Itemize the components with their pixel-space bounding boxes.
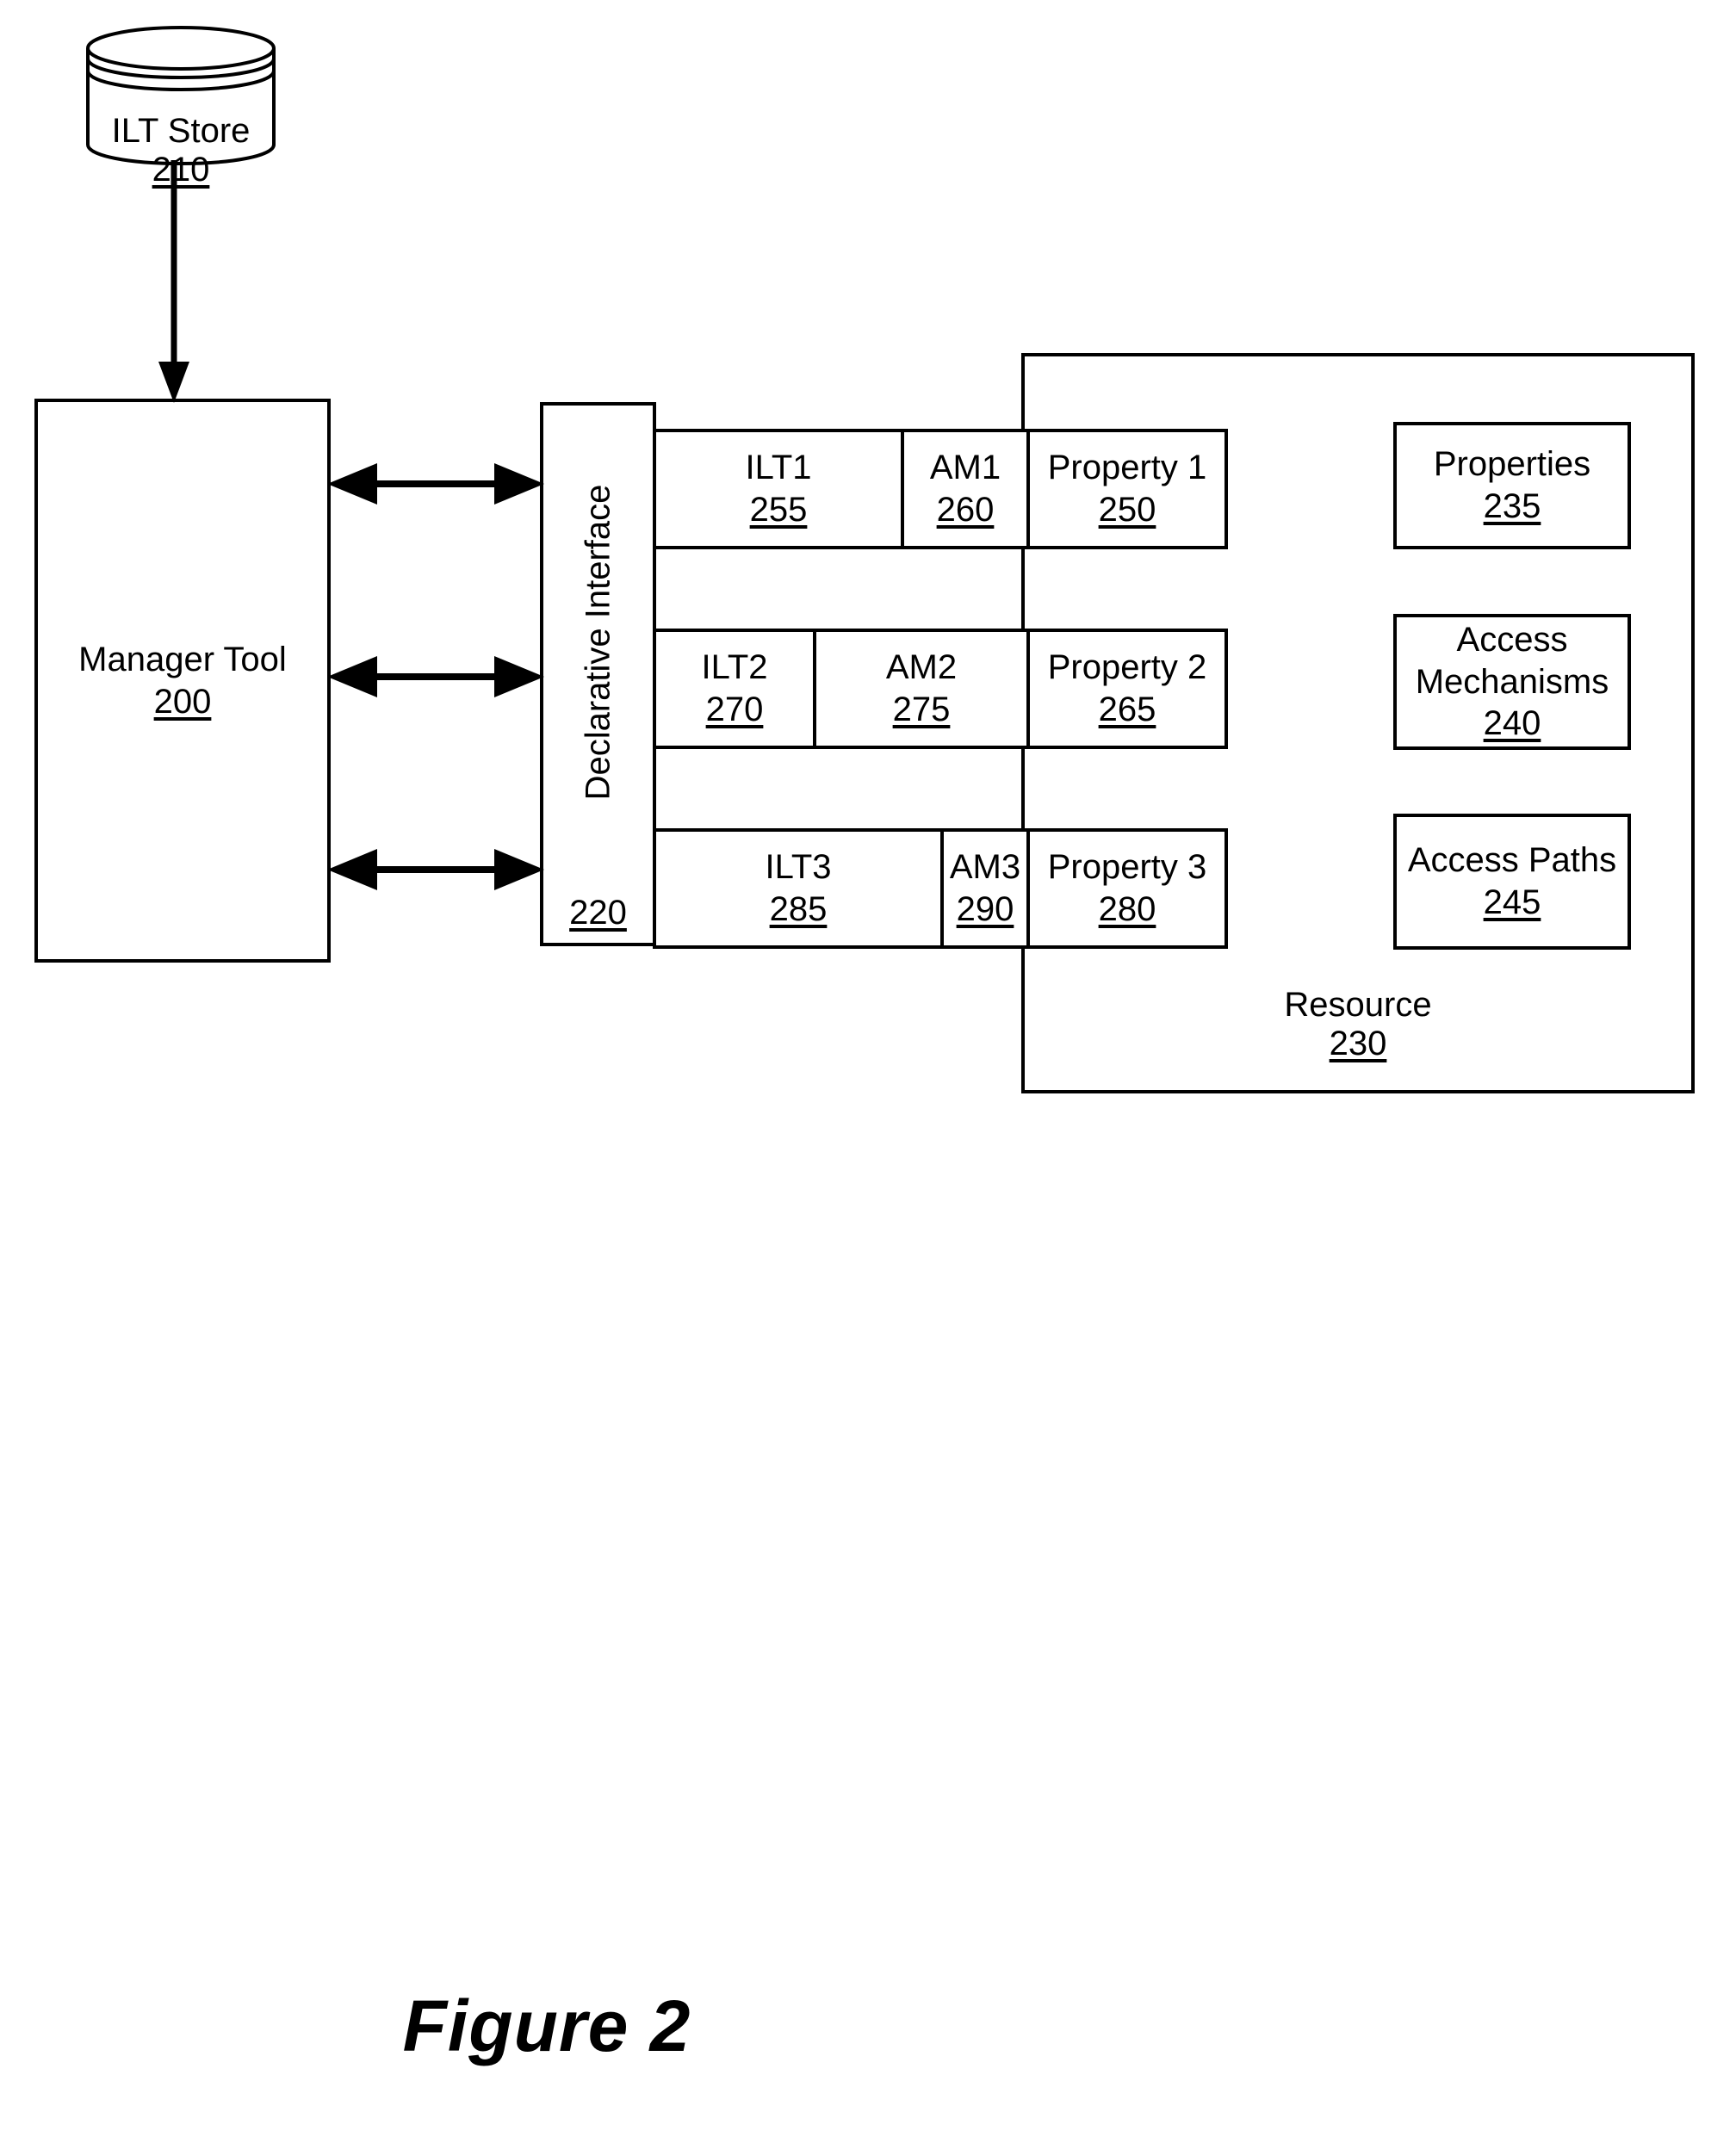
cell-ilt3[interactable]: ILT3 285: [653, 828, 944, 949]
cell-property-2[interactable]: Property 2 265: [1026, 629, 1228, 749]
cell-am2[interactable]: AM2 275: [813, 629, 1030, 749]
declarative-interface-number: 220: [569, 894, 627, 932]
cell-number: 285: [769, 890, 828, 928]
resource-access-paths-number: 245: [1483, 883, 1541, 921]
cell-number: 265: [1098, 691, 1156, 728]
resource-label: Resource: [1284, 986, 1432, 1024]
resource-access-mechanisms-box[interactable]: Access Mechanisms 240: [1393, 614, 1631, 750]
cell-label: ILT3: [765, 848, 832, 887]
cell-label: AM2: [885, 648, 958, 687]
cell-number: 275: [892, 691, 951, 728]
ilt-row-2: ILT2 270 AM2 275 Property 2 265: [653, 629, 1228, 749]
arrow-manager-to-interface-1: [327, 463, 544, 505]
cell-number: 250: [1098, 491, 1156, 529]
cell-label: ILT2: [701, 648, 768, 687]
cell-number: 260: [936, 491, 995, 529]
figure-page: ILT Store 210 Manager Tool 200 Declarati…: [0, 0, 1736, 2143]
arrow-manager-to-interface-2: [327, 656, 544, 697]
resource-properties-number: 235: [1483, 487, 1541, 525]
cell-label: Property 1: [1047, 449, 1207, 487]
resource-properties-box[interactable]: Properties 235: [1393, 422, 1631, 549]
arrow-store-to-manager-tool: [158, 160, 189, 403]
cell-label: AM1: [929, 449, 1001, 487]
cell-label: ILT1: [745, 449, 812, 487]
cell-ilt1[interactable]: ILT1 255: [653, 429, 904, 549]
ilt-store-label: ILT Store: [111, 112, 251, 150]
cell-number: 255: [749, 491, 808, 529]
access-mechanisms-line2: Mechanisms: [1415, 662, 1609, 701]
cell-label: Property 2: [1047, 648, 1207, 687]
resource-number: 230: [1329, 1025, 1387, 1062]
cell-label: AM3: [949, 848, 1021, 887]
cell-ilt2[interactable]: ILT2 270: [653, 629, 816, 749]
figure-caption: Figure 2: [402, 1985, 691, 2066]
resource-properties-label: Properties: [1433, 445, 1591, 484]
resource-access-paths-label: Access Paths: [1407, 841, 1617, 880]
ilt-row-1: ILT1 255 AM1 260 Property 1 250: [653, 429, 1228, 549]
resource-access-mechanisms-label: Access Mechanisms: [1416, 619, 1609, 703]
cell-property-1[interactable]: Property 1 250: [1026, 429, 1228, 549]
manager-tool-number: 200: [153, 682, 212, 721]
manager-tool-label: Manager Tool: [78, 640, 287, 678]
resource-access-paths-box[interactable]: Access Paths 245: [1393, 814, 1631, 950]
declarative-interface-box[interactable]: Declarative Interface 220: [540, 402, 656, 946]
resource-access-mechanisms-number: 240: [1483, 704, 1541, 743]
cell-number: 280: [1098, 890, 1156, 928]
arrow-manager-to-interface-3: [327, 849, 544, 890]
access-mechanisms-line1: Access: [1456, 620, 1568, 659]
cell-am1[interactable]: AM1 260: [901, 429, 1030, 549]
declarative-interface-label: Declarative Interface: [579, 484, 617, 800]
cell-number: 290: [956, 890, 1014, 928]
manager-tool-box[interactable]: Manager Tool 200: [34, 399, 331, 963]
cell-property-3[interactable]: Property 3 280: [1026, 828, 1228, 949]
cell-label: Property 3: [1047, 848, 1207, 887]
cell-number: 270: [705, 691, 764, 728]
ilt-row-3: ILT3 285 AM3 290 Property 3 280: [653, 828, 1228, 949]
cell-am3[interactable]: AM3 290: [940, 828, 1030, 949]
resource-label-group: Resource 230: [1021, 986, 1695, 1063]
